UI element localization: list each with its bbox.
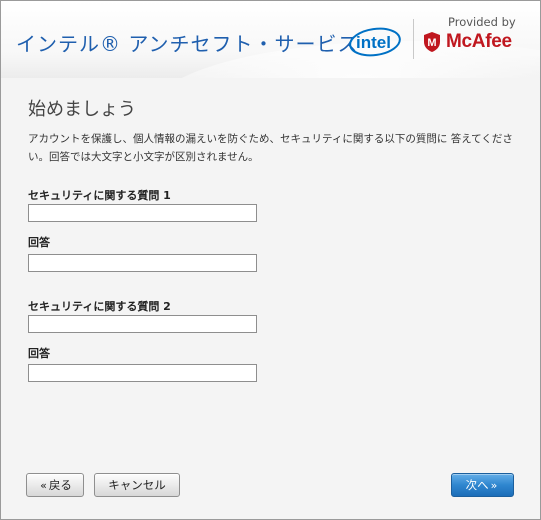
app-title: インテル® アンチセフト・サービス bbox=[16, 32, 359, 56]
answer-2-label: 回答 bbox=[28, 347, 50, 360]
dialog-window: インテル® アンチセフト・サービス intel Provided by M Mc… bbox=[0, 0, 541, 520]
intel-logo-text: intel bbox=[356, 33, 391, 52]
intro-text: アカウントを保護し、個人情報の漏えいを防ぐため、セキュリティに関する以下の質問に… bbox=[28, 133, 513, 163]
mcafee-shield-icon: M bbox=[424, 32, 440, 52]
next-button-label: 次へ bbox=[465, 478, 489, 492]
cancel-button-label: キャンセル bbox=[108, 478, 166, 492]
header-banner: インテル® アンチセフト・サービス intel Provided by M Mc… bbox=[1, 1, 540, 78]
back-button-label: 戻る bbox=[48, 478, 72, 492]
answer-1-label: 回答 bbox=[28, 236, 50, 249]
mcafee-logo: M McAfee bbox=[422, 31, 512, 53]
next-chevron-icon: » bbox=[490, 478, 498, 492]
logo-divider bbox=[413, 19, 414, 59]
back-button[interactable]: «戻る bbox=[26, 473, 84, 497]
answer-2-input[interactable] bbox=[28, 364, 257, 382]
back-chevron-icon: « bbox=[40, 478, 47, 492]
security-question-2-label: セキュリティに関する質問 2 bbox=[28, 300, 171, 313]
main-content: 始めましょう アカウントを保護し、個人情報の漏えいを防ぐため、セキュリティに関す… bbox=[1, 78, 540, 519]
intel-logo: intel bbox=[349, 27, 401, 57]
answer-1-input[interactable] bbox=[28, 254, 257, 272]
mcafee-wordmark: McAfee bbox=[446, 31, 512, 52]
security-question-1-input[interactable] bbox=[28, 204, 257, 222]
provided-by-label: Provided by bbox=[448, 15, 516, 29]
mcafee-shield-letter: M bbox=[427, 37, 436, 49]
cancel-button[interactable]: キャンセル bbox=[94, 473, 180, 497]
page-title: 始めましょう bbox=[28, 99, 136, 120]
next-button[interactable]: 次へ» bbox=[451, 473, 514, 497]
security-question-2-input[interactable] bbox=[28, 315, 257, 333]
security-question-1-label: セキュリティに関する質問 1 bbox=[28, 189, 171, 202]
